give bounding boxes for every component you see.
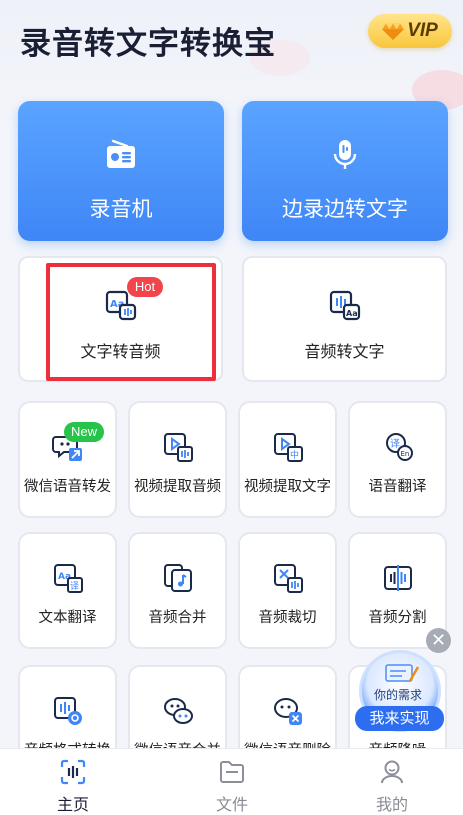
audio-to-text-label: 音频转文字 [304,342,385,361]
tab-files[interactable]: 文件 [172,749,292,815]
app-title: 录音转文字转换宝 [20,26,276,62]
recorder-card[interactable]: 录音机 [18,101,224,241]
svg-text:Aa: Aa [346,309,358,318]
audio-merge-icon [163,564,192,592]
voice-translate-icon: 译 En [385,433,413,461]
new-badge: New [64,422,104,442]
tab-label: 我的 [375,795,408,814]
profile-icon [381,760,403,784]
microphone-icon [333,140,357,169]
text-to-audio-card[interactable]: Aa 文字转音频 [18,256,223,382]
tool-label: 微信语音转发 [24,479,111,495]
bottom-tab-bar: 主页 文件 我的 [0,748,463,815]
feedback-prompt: 你的需求 [374,688,423,702]
vip-label: VIP [407,20,438,41]
tool-video-extract-text[interactable]: 中 视频提取文字 [238,401,337,518]
radio-icon [107,139,135,168]
svg-text:中: 中 [290,449,299,461]
live-transcribe-card[interactable]: 边录边转文字 [242,101,448,241]
video-extract-text-icon: 中 [273,433,303,462]
feedback-button[interactable]: 我来实现 [355,706,444,731]
tool-label: 视频提取音频 [134,479,221,495]
tool-label: 语音翻译 [368,479,427,495]
tool-label: 音频裁切 [258,610,317,626]
close-icon[interactable]: ✕ [426,628,451,653]
svg-text:译: 译 [390,438,400,450]
tool-wechat-forward[interactable]: 微信语音转发 [18,401,117,518]
live-transcribe-label: 边录边转文字 [282,197,408,221]
tab-profile[interactable]: 我的 [332,749,452,815]
tool-voice-translate[interactable]: 译 En 语音翻译 [348,401,447,518]
tab-label: 文件 [215,795,248,814]
tool-label: 音频合并 [148,610,207,626]
text-to-audio-label: 文字转音频 [80,342,161,361]
audio-cut-icon [273,564,303,593]
tab-label: 主页 [56,795,89,814]
wechat-merge-icon [163,698,193,724]
audio-to-text-icon: Aa [329,290,360,321]
tool-text-translate[interactable]: Aa 译 文本翻译 [18,532,117,649]
hot-badge: Hot [127,277,163,297]
home-scan-icon [60,759,86,785]
video-extract-audio-icon [163,433,193,462]
audio-format-icon [53,697,82,725]
feedback-widget[interactable]: ✕ 你的需求 我来实现 [355,628,455,738]
tab-home[interactable]: 主页 [13,749,133,815]
tool-label: 音频分割 [368,610,427,626]
audio-split-icon [383,565,412,591]
wechat-delete-icon [273,698,302,725]
note-icon [385,664,420,682]
svg-text:En: En [400,450,409,458]
tool-audio-merge[interactable]: 音频合并 [128,532,227,649]
tool-label: 视频提取文字 [244,479,331,495]
audio-to-text-card[interactable]: Aa 音频转文字 [242,256,447,382]
vip-button[interactable]: VIP [368,14,452,48]
folder-icon [220,761,244,783]
text-translate-icon: Aa 译 [53,564,83,593]
tool-audio-cut[interactable]: 音频裁切 [238,532,337,649]
tool-label: 文本翻译 [38,610,97,626]
recorder-label: 录音机 [89,197,153,221]
diamond-icon [382,23,404,40]
svg-text:译: 译 [70,581,79,592]
tool-video-extract-audio[interactable]: 视频提取音频 [128,401,227,518]
